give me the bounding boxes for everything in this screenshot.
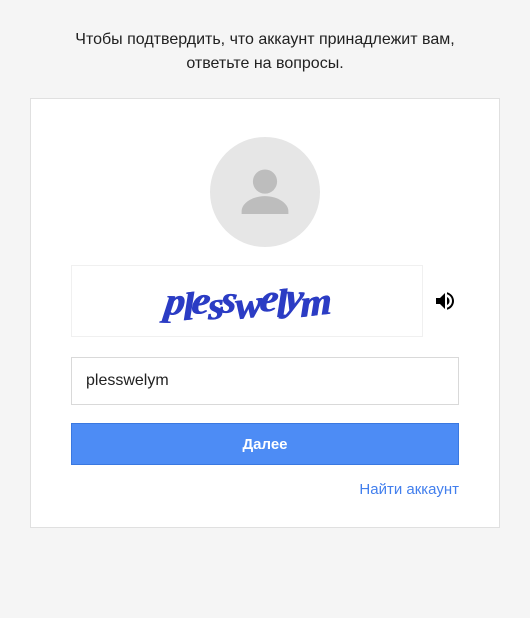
avatar-placeholder-icon <box>210 137 320 247</box>
find-account-row: Найти аккаунт <box>71 481 459 499</box>
captcha-image: plesswelym <box>71 265 423 337</box>
instruction-text: Чтобы подтвердить, что аккаунт принадлеж… <box>30 28 500 76</box>
find-account-link[interactable]: Найти аккаунт <box>359 481 459 498</box>
verification-card: plesswelym Далее Найти аккаунт <box>30 98 500 528</box>
person-icon <box>232 159 298 225</box>
avatar-container <box>71 137 459 247</box>
next-button[interactable]: Далее <box>71 423 459 465</box>
page-root: Чтобы подтвердить, что аккаунт принадлеж… <box>0 0 530 618</box>
captcha-display-text: plesswelym <box>163 275 331 328</box>
captcha-row: plesswelym <box>71 265 459 337</box>
speaker-icon <box>433 289 457 313</box>
captcha-input[interactable] <box>71 357 459 405</box>
captcha-audio-button[interactable] <box>431 287 459 315</box>
